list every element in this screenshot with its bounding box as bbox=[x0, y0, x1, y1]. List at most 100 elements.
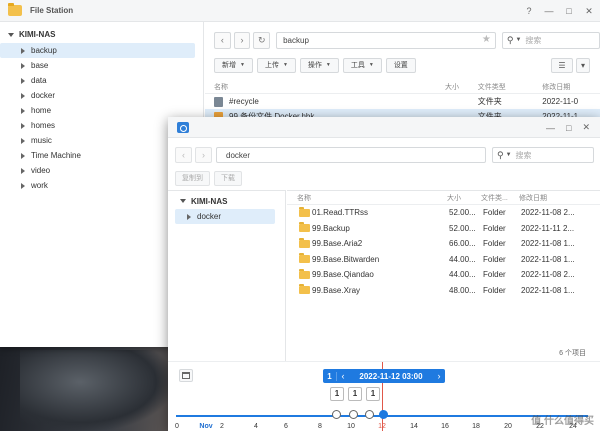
caret-down-icon: ▼ bbox=[368, 62, 374, 68]
search-input[interactable]: ⚲ ▼ 搜索 bbox=[492, 147, 594, 163]
maximize-icon[interactable]: □ bbox=[564, 6, 574, 16]
file-row-recycle[interactable]: #recycle 文件夹 2022-11-0 bbox=[205, 94, 600, 109]
file-date: 2022-11-0 bbox=[542, 97, 579, 106]
forward-button[interactable]: › bbox=[233, 31, 251, 49]
folder-date: 2022-11-11 2... bbox=[521, 223, 575, 233]
chevron-right-icon[interactable] bbox=[21, 77, 25, 84]
version-node-current[interactable] bbox=[379, 410, 388, 419]
column-size[interactable]: 大小 bbox=[445, 82, 478, 92]
chevron-right-icon[interactable]: › bbox=[433, 371, 445, 381]
timeline-tick: 0 bbox=[175, 423, 179, 430]
minimize-icon[interactable]: — bbox=[544, 6, 554, 16]
maximize-icon[interactable]: □ bbox=[566, 123, 571, 133]
tree-root-label: KIMI-NAS bbox=[19, 30, 56, 39]
tree-item-homes[interactable]: homes bbox=[0, 118, 195, 133]
folder-row[interactable]: 99.Base.Bitwarden 44.00... Folder 2022-1… bbox=[287, 252, 600, 268]
chevron-right-icon[interactable] bbox=[21, 167, 25, 174]
version-node[interactable] bbox=[349, 410, 358, 419]
chevron-right-icon[interactable] bbox=[21, 152, 25, 159]
chevron-right-icon[interactable] bbox=[21, 182, 25, 189]
folder-row[interactable]: 99.Base.Xray 48.00... Folder 2022-11-08 … bbox=[287, 283, 600, 299]
caret-down-icon[interactable]: ▼ bbox=[506, 152, 512, 158]
forward-button[interactable]: › bbox=[195, 147, 212, 163]
version-selector[interactable]: 1 ‹ 2022-11-12 03:00 › bbox=[323, 369, 445, 383]
folder-date: 2022-11-08 1... bbox=[521, 254, 575, 264]
calendar-button[interactable] bbox=[179, 369, 193, 382]
chevron-right-icon[interactable] bbox=[21, 92, 25, 99]
tree-root-nas[interactable]: KIMI-NAS bbox=[0, 26, 203, 43]
view-options-button[interactable]: ▾ bbox=[576, 57, 590, 73]
timeline-tick-current: 12 bbox=[378, 423, 386, 430]
tree-item-music[interactable]: music bbox=[0, 133, 195, 148]
chevron-right-icon[interactable] bbox=[21, 107, 25, 114]
file-station-icon bbox=[8, 3, 22, 16]
help-icon[interactable]: ? bbox=[524, 6, 534, 16]
tree-item-label: Time Machine bbox=[31, 151, 81, 160]
file-station-titlebar[interactable]: File Station ? — □ ✕ bbox=[0, 0, 600, 22]
copy-to-label: 复制到 bbox=[182, 175, 203, 182]
column-type[interactable]: 文件类型 bbox=[478, 82, 543, 92]
tree-item-work[interactable]: work bbox=[0, 178, 195, 193]
chevron-right-icon[interactable] bbox=[187, 213, 191, 220]
path-input[interactable]: docker bbox=[216, 147, 486, 163]
tools-button[interactable]: 工具 ▼ bbox=[342, 57, 382, 73]
new-button[interactable]: 新增 ▼ bbox=[214, 57, 253, 73]
tree-item-label: docker bbox=[197, 212, 222, 221]
folder-row[interactable]: 99.Base.Qiandao 44.00... Folder 2022-11-… bbox=[287, 267, 600, 283]
tree-item-docker[interactable]: docker bbox=[175, 209, 275, 224]
folder-size: 52.00... bbox=[449, 208, 476, 218]
column-date[interactable]: 修改日期 bbox=[519, 193, 592, 203]
upload-button[interactable]: 上传 ▼ bbox=[256, 57, 296, 73]
chevron-down-icon[interactable] bbox=[180, 199, 186, 203]
download-button[interactable]: 下载 bbox=[214, 170, 242, 186]
back-button[interactable]: ‹ bbox=[214, 31, 231, 49]
tools-label: 工具 bbox=[350, 62, 365, 69]
tree-item-video[interactable]: video bbox=[0, 163, 195, 178]
folder-row[interactable]: 99.Backup 52.00... Folder 2022-11-11 2..… bbox=[287, 221, 600, 237]
back-button[interactable]: ‹ bbox=[175, 147, 192, 163]
tree-item-data[interactable]: data bbox=[0, 73, 195, 88]
tree-item-docker[interactable]: docker bbox=[0, 88, 195, 103]
chevron-right-icon[interactable] bbox=[21, 62, 25, 69]
tree-root-nas[interactable]: KIMI-NAS bbox=[168, 193, 285, 209]
list-view-button[interactable]: ☰ bbox=[551, 57, 573, 73]
version-node[interactable] bbox=[332, 410, 341, 419]
tree-item-backup[interactable]: backup bbox=[0, 43, 195, 58]
folder-icon bbox=[299, 268, 310, 279]
close-icon[interactable]: ✕ bbox=[584, 6, 594, 17]
action-button[interactable]: 操作 ▼ bbox=[299, 57, 339, 73]
refresh-icon: ↻ bbox=[257, 34, 266, 45]
column-name[interactable]: 名称 bbox=[214, 82, 445, 92]
chevron-right-icon[interactable] bbox=[21, 137, 25, 144]
chevron-down-icon[interactable] bbox=[8, 32, 14, 37]
version-index: 1 bbox=[323, 371, 337, 381]
chevron-left-icon[interactable]: ‹ bbox=[337, 371, 349, 381]
settings-button[interactable]: 设置 bbox=[385, 57, 416, 73]
tree-item-home[interactable]: home bbox=[0, 103, 195, 118]
refresh-button[interactable]: ↻ bbox=[253, 31, 271, 49]
column-type[interactable]: 文件类... bbox=[481, 193, 519, 203]
column-name[interactable]: 名称 bbox=[297, 193, 447, 203]
folder-row[interactable]: 99.Base.Aria2 66.00... Folder 2022-11-08… bbox=[287, 236, 600, 252]
tree-item-time-machine[interactable]: Time Machine bbox=[0, 148, 195, 163]
column-size[interactable]: 大小 bbox=[447, 193, 481, 203]
chevron-right-icon[interactable] bbox=[21, 122, 25, 129]
close-icon[interactable]: ✕ bbox=[582, 122, 590, 133]
chevron-right-icon[interactable] bbox=[21, 47, 25, 54]
tree-item-base[interactable]: base bbox=[0, 58, 195, 73]
version-node[interactable] bbox=[365, 410, 374, 419]
recycle-bin-icon bbox=[214, 96, 223, 107]
column-date[interactable]: 修改日期 bbox=[542, 82, 600, 92]
copy-to-button[interactable]: 复制到 bbox=[175, 170, 210, 186]
folder-row[interactable]: 01.Read.TTRss 52.00... Folder 2022-11-08… bbox=[287, 205, 600, 221]
search-input[interactable]: ⚲ ▼ 搜索 bbox=[501, 31, 600, 49]
calendar-icon bbox=[182, 372, 190, 379]
star-icon[interactable]: ★ bbox=[482, 34, 491, 45]
path-input[interactable]: backup ★ bbox=[276, 31, 496, 49]
folder-icon bbox=[299, 284, 310, 295]
caret-down-icon[interactable]: ▼ bbox=[515, 37, 521, 43]
settings-label: 设置 bbox=[393, 62, 408, 69]
minimize-icon[interactable]: — bbox=[546, 123, 555, 133]
version-timeline[interactable]: 1 ‹ 2022-11-12 03:00 › 1 1 1 0 Nov 2 4 6… bbox=[168, 361, 600, 431]
backup-explorer-titlebar[interactable]: — □ ✕ bbox=[168, 117, 600, 138]
